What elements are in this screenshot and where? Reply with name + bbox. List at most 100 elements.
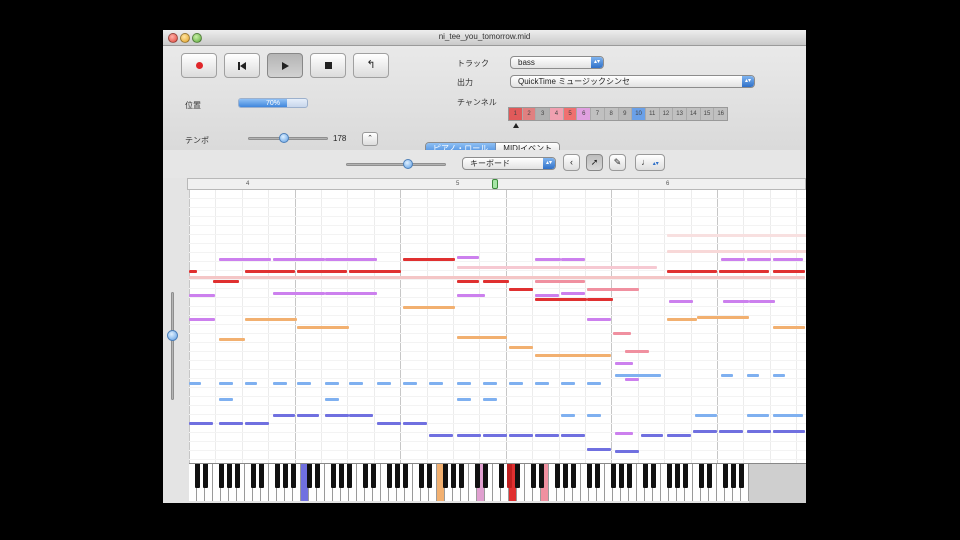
midi-note[interactable] xyxy=(509,288,533,291)
midi-note[interactable] xyxy=(483,398,497,401)
black-key[interactable] xyxy=(362,464,368,488)
midi-note[interactable] xyxy=(625,350,649,353)
midi-note[interactable] xyxy=(747,258,771,261)
midi-note[interactable] xyxy=(457,382,471,385)
midi-note[interactable] xyxy=(587,382,601,385)
midi-note[interactable] xyxy=(219,422,243,425)
black-key[interactable] xyxy=(458,464,464,488)
midi-note[interactable] xyxy=(377,382,391,385)
play-button[interactable] xyxy=(267,53,303,78)
track-select[interactable]: bass ▴▾ xyxy=(510,56,604,69)
channel-cell[interactable]: 12 xyxy=(659,108,674,120)
midi-note[interactable] xyxy=(587,448,611,451)
midi-note[interactable] xyxy=(273,258,325,261)
channel-cell[interactable]: 6 xyxy=(577,108,592,120)
title-bar[interactable]: ni_tee_you_tomorrow.mid xyxy=(163,30,806,46)
black-key[interactable] xyxy=(450,464,456,488)
midi-note[interactable] xyxy=(773,430,805,433)
black-key[interactable] xyxy=(234,464,240,488)
midi-note[interactable] xyxy=(219,258,271,261)
midi-note[interactable] xyxy=(189,270,197,273)
midi-note[interactable] xyxy=(561,258,585,261)
black-key[interactable] xyxy=(498,464,504,488)
midi-note[interactable] xyxy=(747,374,759,377)
black-key[interactable] xyxy=(538,464,544,488)
stop-button[interactable] xyxy=(310,53,346,78)
midi-note[interactable] xyxy=(721,258,745,261)
midi-note[interactable] xyxy=(695,414,717,417)
tempo-stepper[interactable]: ⌃ xyxy=(362,132,378,146)
black-key[interactable] xyxy=(722,464,728,488)
channel-selector[interactable]: 1 2 3 4 5 6 7 8 9 10 11 12 13 14 15 16 xyxy=(508,107,728,121)
midi-note[interactable] xyxy=(457,280,479,283)
midi-note[interactable] xyxy=(325,292,377,295)
black-key[interactable] xyxy=(474,464,480,488)
midi-note[interactable] xyxy=(189,422,213,425)
arrow-tool-button[interactable]: ➚ xyxy=(586,154,603,171)
black-key[interactable] xyxy=(562,464,568,488)
midi-note[interactable] xyxy=(509,382,523,385)
midi-note[interactable] xyxy=(325,382,339,385)
black-key[interactable] xyxy=(698,464,704,488)
midi-note[interactable] xyxy=(219,382,233,385)
midi-note[interactable] xyxy=(535,280,585,283)
midi-note[interactable] xyxy=(245,422,269,425)
black-key[interactable] xyxy=(674,464,680,488)
black-key[interactable] xyxy=(330,464,336,488)
midi-note[interactable] xyxy=(721,374,733,377)
piano-keyboard[interactable] xyxy=(189,463,749,501)
piano-roll-grid[interactable] xyxy=(189,190,806,463)
black-key[interactable] xyxy=(314,464,320,488)
midi-note[interactable] xyxy=(693,430,717,433)
midi-note[interactable] xyxy=(325,258,377,261)
midi-note[interactable] xyxy=(667,434,691,437)
midi-note[interactable] xyxy=(297,270,347,273)
record-button[interactable] xyxy=(181,53,217,78)
tempo-slider-knob[interactable] xyxy=(279,133,289,143)
zoom-slider-track[interactable] xyxy=(346,163,446,166)
midi-note[interactable] xyxy=(189,382,201,385)
midi-note[interactable] xyxy=(377,422,401,425)
midi-note[interactable] xyxy=(667,250,806,253)
playhead-marker[interactable] xyxy=(492,179,498,189)
midi-note[interactable] xyxy=(613,332,631,335)
midi-note[interactable] xyxy=(325,398,339,401)
midi-note[interactable] xyxy=(667,270,717,273)
channel-cell[interactable]: 8 xyxy=(604,108,619,120)
channel-cell[interactable]: 4 xyxy=(550,108,564,120)
channel-cell[interactable]: 7 xyxy=(591,108,605,120)
black-key[interactable] xyxy=(738,464,744,488)
zoom-slider-knob[interactable] xyxy=(403,159,413,169)
midi-note[interactable] xyxy=(641,434,663,437)
black-key[interactable] xyxy=(426,464,432,488)
midi-note[interactable] xyxy=(349,270,401,273)
midi-note[interactable] xyxy=(403,306,455,309)
midi-note[interactable] xyxy=(561,382,575,385)
pencil-tool-button[interactable]: ✎ xyxy=(609,154,626,171)
midi-note[interactable] xyxy=(297,414,319,417)
loop-button[interactable]: ↰ xyxy=(353,53,389,78)
channel-cell[interactable]: 5 xyxy=(563,108,578,120)
black-key[interactable] xyxy=(346,464,352,488)
channel-cell[interactable]: 14 xyxy=(686,108,701,120)
midi-note[interactable] xyxy=(189,318,215,321)
black-key[interactable] xyxy=(626,464,632,488)
midi-note[interactable] xyxy=(273,382,287,385)
midi-note[interactable] xyxy=(403,422,427,425)
midi-note[interactable] xyxy=(719,430,743,433)
black-key[interactable] xyxy=(482,464,488,488)
midi-note[interactable] xyxy=(719,270,769,273)
midi-note[interactable] xyxy=(667,318,697,321)
black-key[interactable] xyxy=(218,464,224,488)
black-key[interactable] xyxy=(514,464,520,488)
midi-note[interactable] xyxy=(297,326,349,329)
black-key[interactable] xyxy=(594,464,600,488)
channel-cell[interactable]: 15 xyxy=(700,108,715,120)
midi-note[interactable] xyxy=(773,374,785,377)
black-key[interactable] xyxy=(370,464,376,488)
note-length-select[interactable]: ♩ ▴▾ xyxy=(635,154,665,171)
midi-note[interactable] xyxy=(509,434,533,437)
black-key[interactable] xyxy=(290,464,296,488)
black-key[interactable] xyxy=(530,464,536,488)
midi-note[interactable] xyxy=(429,434,453,437)
